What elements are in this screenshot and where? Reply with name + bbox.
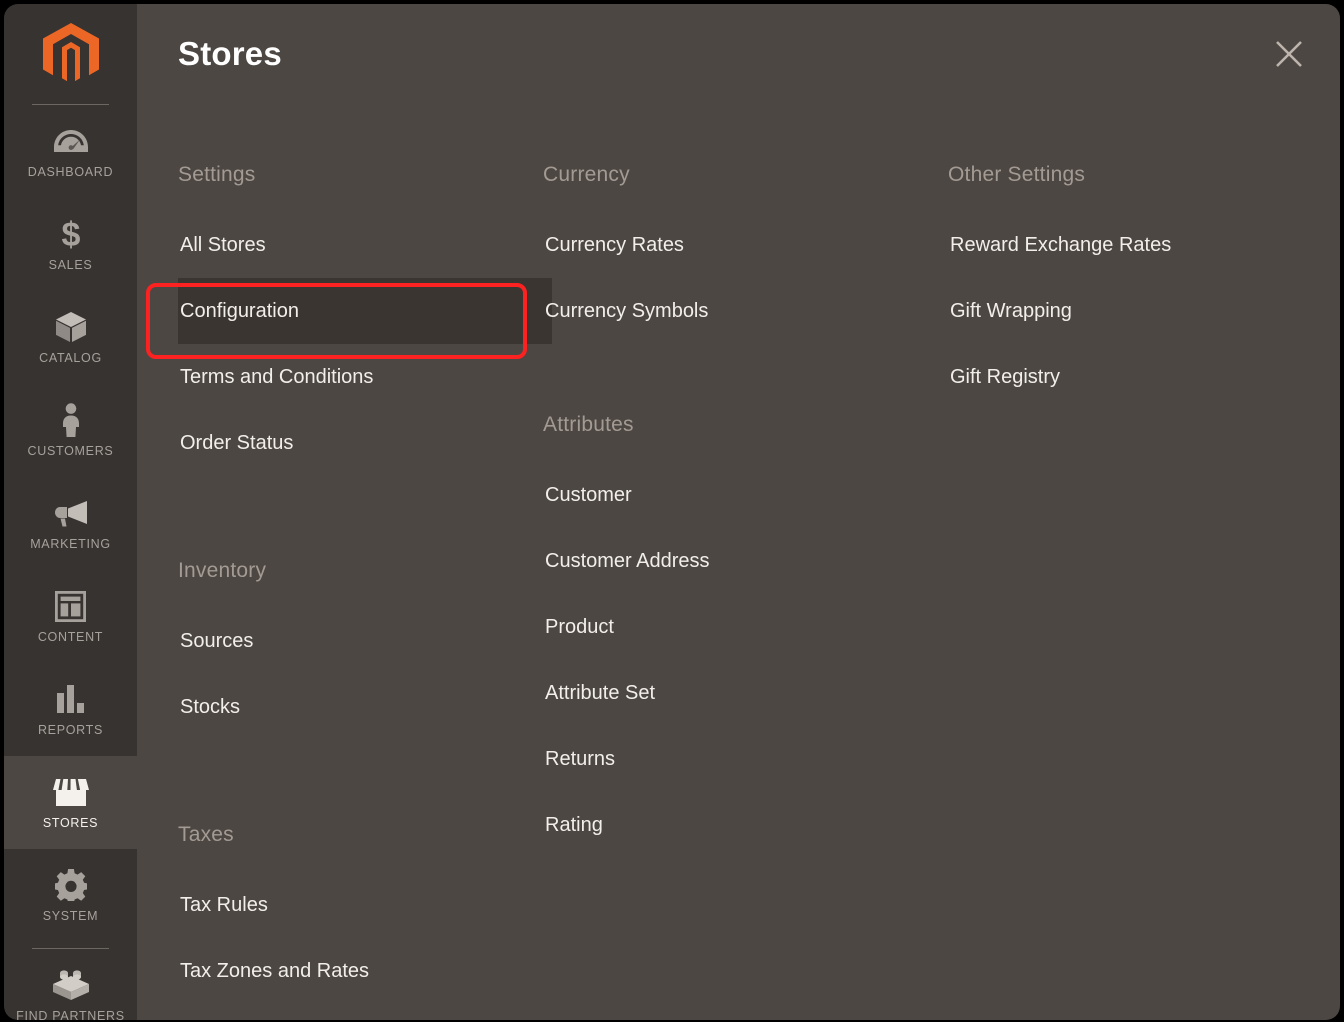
menu-item-stocks[interactable]: Stocks [178,674,540,740]
menu-item-all-stores[interactable]: All Stores [178,212,540,278]
svg-text:$: $ [61,217,80,251]
sidebar-item-content[interactable]: CONTENT [4,570,137,663]
menu-item-product[interactable]: Product [543,594,942,660]
sidebar-item-label: FIND PARTNERS [16,1009,125,1020]
megaphone-icon [54,496,88,530]
menu-item-currency-rates[interactable]: Currency Rates [543,212,942,278]
sidebar-item-system[interactable]: SYSTEM [4,849,137,942]
group-title: Attributes [543,413,634,436]
magento-admin-screen: DASHBOARD $ SALES CATALOG CUSTOMERS MARK… [0,0,1344,1022]
stores-flyout-panel: Stores Settings All Stores Configuration… [137,4,1340,1020]
sidebar-item-label: MARKETING [30,537,111,551]
menu-group-currency: Currency Currency Rates Currency Symbols [543,150,942,344]
sidebar-item-label: CATALOG [39,351,102,365]
dashboard-gauge-icon [53,124,88,158]
menu-item-sources[interactable]: Sources [178,608,540,674]
menu-column-1: Settings All Stores Configuration Terms … [137,150,552,1004]
group-title: Inventory [178,559,267,582]
sidebar-item-customers[interactable]: CUSTOMERS [4,384,137,477]
sidebar-item-label: CUSTOMERS [27,444,114,458]
menu-item-tax-rules[interactable]: Tax Rules [178,872,540,938]
menu-item-gift-registry[interactable]: Gift Registry [948,344,1340,410]
menu-item-rating[interactable]: Rating [543,792,942,858]
group-title: Settings [178,163,256,186]
menu-item-returns[interactable]: Returns [543,726,942,792]
sidebar-item-find-partners[interactable]: FIND PARTNERS [4,949,137,1020]
magento-logo[interactable] [4,4,137,104]
menu-column-2: Currency Currency Rates Currency Symbols… [540,150,942,1004]
menu-item-currency-symbols[interactable]: Currency Symbols [543,278,942,344]
close-button[interactable] [1266,31,1312,77]
group-title: Currency [543,163,630,186]
menu-column-3: Other Settings Reward Exchange Rates Gif… [942,150,1340,1004]
box-icon [55,310,87,344]
menu-group-settings: Settings All Stores Configuration Terms … [178,150,552,476]
person-icon [60,403,82,437]
menu-item-gift-wrapping[interactable]: Gift Wrapping [948,278,1340,344]
menu-item-order-status[interactable]: Order Status [178,410,540,476]
menu-item-customer[interactable]: Customer [543,462,942,528]
menu-item-tax-zones-and-rates[interactable]: Tax Zones and Rates [178,938,540,1004]
storefront-icon [52,775,90,809]
layout-grid-icon [55,589,86,623]
sidebar-item-label: CONTENT [37,630,104,644]
menu-group-inventory: Inventory Sources Stocks [178,546,540,740]
lego-brick-icon [52,968,90,1002]
page-title: Stores [178,35,282,72]
sidebar-item-sales[interactable]: $ SALES [4,198,137,291]
menu-group-attributes: Attributes Customer Customer Address Pro… [543,400,942,858]
gear-icon [54,868,87,902]
sidebar-item-label: DASHBOARD [27,165,114,179]
menu-item-customer-address[interactable]: Customer Address [543,528,942,594]
menu-columns: Settings All Stores Configuration Terms … [137,150,1340,1004]
sidebar-item-label: SALES [48,258,93,272]
bar-chart-icon [56,682,86,716]
group-title: Other Settings [948,163,1086,186]
admin-sidebar: DASHBOARD $ SALES CATALOG CUSTOMERS MARK… [4,4,137,1020]
sidebar-item-reports[interactable]: REPORTS [4,663,137,756]
sidebar-item-stores[interactable]: STORES [4,756,137,849]
menu-item-reward-exchange-rates[interactable]: Reward Exchange Rates [948,212,1340,278]
menu-group-other-settings: Other Settings Reward Exchange Rates Gif… [948,150,1340,410]
sidebar-item-label: REPORTS [37,723,104,737]
sidebar-item-label: SYSTEM [42,909,99,923]
menu-item-configuration[interactable]: Configuration [178,278,552,344]
menu-item-terms-and-conditions[interactable]: Terms and Conditions [178,344,540,410]
menu-item-attribute-set[interactable]: Attribute Set [543,660,942,726]
sidebar-item-label: STORES [42,816,99,830]
magento-logo-icon [42,23,99,82]
close-icon [1276,41,1302,67]
sidebar-item-catalog[interactable]: CATALOG [4,291,137,384]
dollar-sign-icon: $ [60,217,82,251]
group-title: Taxes [178,823,234,846]
menu-group-taxes: Taxes Tax Rules Tax Zones and Rates [178,810,540,1004]
sidebar-item-marketing[interactable]: MARKETING [4,477,137,570]
sidebar-item-dashboard[interactable]: DASHBOARD [4,105,137,198]
